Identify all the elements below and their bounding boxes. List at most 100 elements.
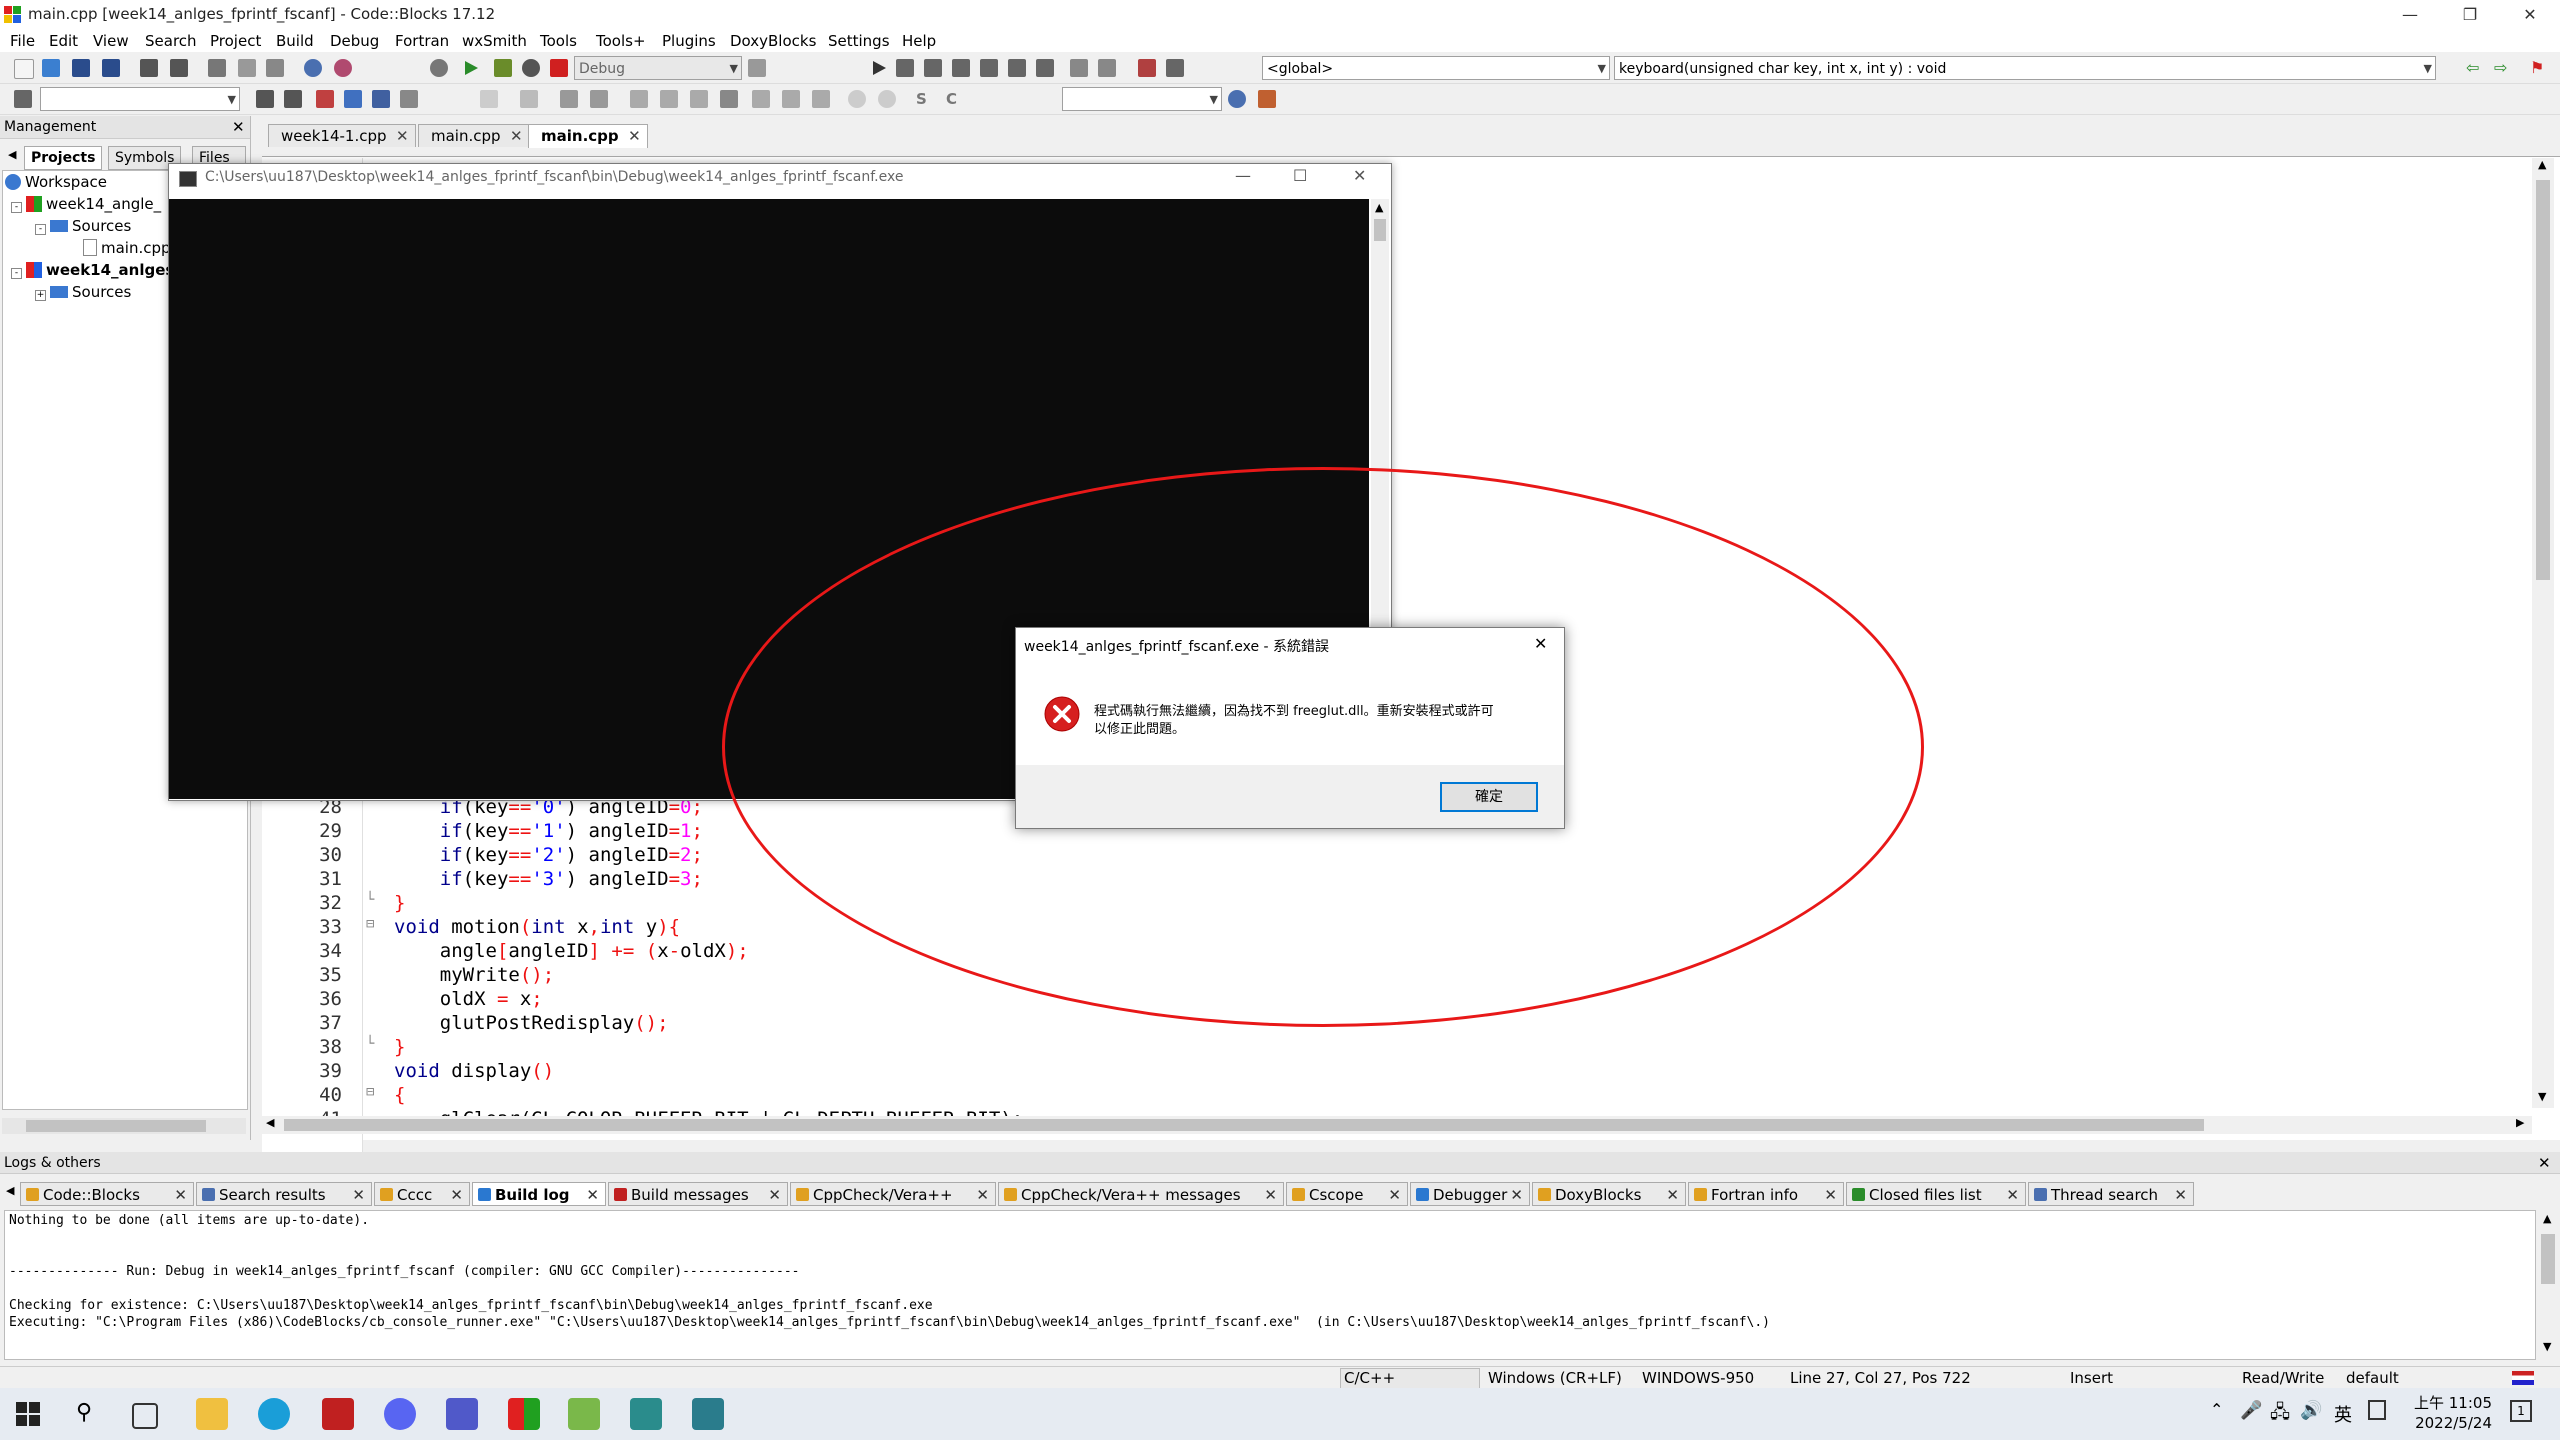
wx-sizer-3-icon[interactable]	[690, 90, 708, 108]
menu-debug[interactable]: Debug	[330, 30, 379, 52]
menu-project[interactable]: Project	[210, 30, 261, 52]
codeblocks-taskbar-icon[interactable]	[508, 1398, 540, 1430]
menu-help[interactable]: Help	[902, 30, 936, 52]
logs-close-icon[interactable]: ✕	[2538, 1154, 2551, 1172]
log-tab-close-icon[interactable]: ✕	[352, 1183, 365, 1207]
editor-tab-main-active[interactable]: main.cpp ✕	[528, 124, 648, 148]
stop-debug-icon[interactable]	[1098, 59, 1116, 77]
doxy-s-icon[interactable]: S	[916, 90, 934, 108]
management-close-icon[interactable]: ✕	[232, 118, 245, 136]
error-dialog-close-button[interactable]: ✕	[1534, 634, 1547, 653]
rebuild-icon[interactable]	[522, 59, 540, 77]
thread-search-icon[interactable]	[1228, 90, 1246, 108]
log-tab-close-icon[interactable]: ✕	[2006, 1183, 2019, 1207]
code-completion-icon[interactable]	[14, 90, 32, 108]
menu-build[interactable]: Build	[276, 30, 314, 52]
logs-vscrollbar[interactable]: ▲ ▼	[2538, 1210, 2558, 1358]
file-explorer-icon[interactable]	[196, 1398, 228, 1430]
volume-icon[interactable]: 🔊	[2300, 1400, 2322, 1421]
debug-start-icon[interactable]	[870, 59, 888, 77]
tab-close-icon[interactable]: ✕	[396, 125, 409, 147]
abort-icon[interactable]	[550, 59, 568, 77]
tree-node-project-anlges[interactable]: - week14_anlges	[11, 259, 174, 281]
jump-forward-icon[interactable]: ⇨	[2494, 59, 2512, 77]
save-icon[interactable]	[72, 59, 90, 77]
undo-icon[interactable]	[140, 59, 158, 77]
log-tab-close-icon[interactable]: ✕	[976, 1183, 989, 1207]
next-line-icon[interactable]	[924, 59, 942, 77]
menu-edit[interactable]: Edit	[49, 30, 78, 52]
tab-projects[interactable]: Projects	[24, 146, 103, 170]
zoom-in-icon[interactable]	[848, 90, 866, 108]
jump-back-icon[interactable]: ⇦	[2466, 59, 2484, 77]
expand-icon[interactable]: +	[35, 290, 46, 301]
run-to-cursor-icon[interactable]	[896, 59, 914, 77]
next-instruction-icon[interactable]	[1008, 59, 1026, 77]
system-error-dialog[interactable]: week14_anlges_fprintf_fscanf.exe - 系統錯誤 …	[1015, 627, 1565, 829]
menu-plugins[interactable]: Plugins	[662, 30, 716, 52]
menu-settings[interactable]: Settings	[828, 30, 890, 52]
logs-tab-scroll-icon[interactable]: ◀	[6, 1184, 14, 1197]
regex-icon[interactable]	[400, 90, 418, 108]
editor-tab-main-1[interactable]: main.cpp ✕	[418, 124, 530, 147]
log-tab-close-icon[interactable]: ✕	[768, 1183, 781, 1207]
log-tab-close-icon[interactable]: ✕	[1666, 1183, 1679, 1207]
log-tab[interactable]: Fortran info ✕	[1688, 1182, 1844, 1206]
clock-date[interactable]: 2022/5/24	[2408, 1414, 2492, 1432]
search-combo[interactable]: ▼	[40, 87, 240, 111]
log-tab-close-icon[interactable]: ✕	[1824, 1183, 1837, 1207]
tab-close-icon[interactable]: ✕	[628, 125, 641, 147]
close-button[interactable]: ✕	[2500, 0, 2560, 30]
notification-icon[interactable]: 1	[2510, 1400, 2532, 1422]
toggle-comment-icon[interactable]	[344, 90, 362, 108]
doxy-c-icon[interactable]: C	[946, 90, 964, 108]
pause-icon[interactable]	[1070, 59, 1088, 77]
menu-doxyblocks[interactable]: DoxyBlocks	[730, 30, 816, 52]
log-tab-close-icon[interactable]: ✕	[1510, 1183, 1523, 1207]
microphone-icon[interactable]: 🎤	[2240, 1400, 2262, 1421]
edge-icon[interactable]	[258, 1398, 290, 1430]
discord-icon[interactable]	[384, 1398, 416, 1430]
function-select[interactable]: keyboard(unsigned char key, int x, int y…	[1614, 56, 2436, 80]
log-tab[interactable]: Debugger ✕	[1410, 1182, 1530, 1206]
tree-hscrollbar[interactable]	[2, 1118, 246, 1134]
log-tab[interactable]: Cscope ✕	[1286, 1182, 1408, 1206]
menu-file[interactable]: File	[10, 30, 35, 52]
fold-marker[interactable]: ⊟	[366, 916, 374, 932]
build-target-select[interactable]: Debug ▼	[574, 56, 742, 80]
step-out-icon[interactable]	[980, 59, 998, 77]
task-view-icon[interactable]	[132, 1403, 158, 1429]
menu-wxsmith[interactable]: wxSmith	[462, 30, 527, 52]
log-tab[interactable]: Search results ✕	[196, 1182, 372, 1206]
windows-start-icon[interactable]	[16, 1402, 40, 1426]
wx-layout-3-icon[interactable]	[812, 90, 830, 108]
next-icon[interactable]	[284, 90, 302, 108]
log-tab[interactable]: Thread search ✕	[2028, 1182, 2194, 1206]
build-log-output[interactable]: Nothing to be done (all items are up-to-…	[4, 1210, 2536, 1360]
find-icon[interactable]	[304, 59, 322, 77]
wx-layout-2-icon[interactable]	[782, 90, 800, 108]
menu-tools-plus[interactable]: Tools+	[596, 30, 646, 52]
console-taskbar-icon[interactable]	[630, 1398, 662, 1430]
log-tab[interactable]: Code::Blocks ✕	[20, 1182, 194, 1206]
collapse-icon[interactable]: -	[11, 268, 22, 279]
wx-dialog-icon[interactable]	[560, 90, 578, 108]
build-gear-icon[interactable]	[430, 59, 448, 77]
log-tab-close-icon[interactable]: ✕	[1388, 1183, 1401, 1207]
search-icon[interactable]: ⚲	[76, 1400, 92, 1425]
wx-sizer-1-icon[interactable]	[630, 90, 648, 108]
run-icon[interactable]	[462, 59, 480, 77]
debug-windows-icon[interactable]	[1138, 59, 1156, 77]
console-maximize-button[interactable]: ☐	[1293, 166, 1307, 185]
clock-time[interactable]: 上午 11:05	[2408, 1392, 2492, 1413]
step-into-icon[interactable]	[952, 59, 970, 77]
log-tab-close-icon[interactable]: ✕	[1264, 1183, 1277, 1207]
copy-icon[interactable]	[238, 59, 256, 77]
editor-hscrollbar[interactable]: ◀ ▶	[262, 1116, 2532, 1134]
build-run-icon[interactable]	[494, 59, 512, 77]
highlight-icon[interactable]	[316, 90, 334, 108]
save-all-icon[interactable]	[102, 59, 120, 77]
thread-search-combo[interactable]: ▼	[1062, 87, 1222, 111]
console-close-button[interactable]: ✕	[1353, 166, 1366, 185]
replace-icon[interactable]	[334, 59, 352, 77]
